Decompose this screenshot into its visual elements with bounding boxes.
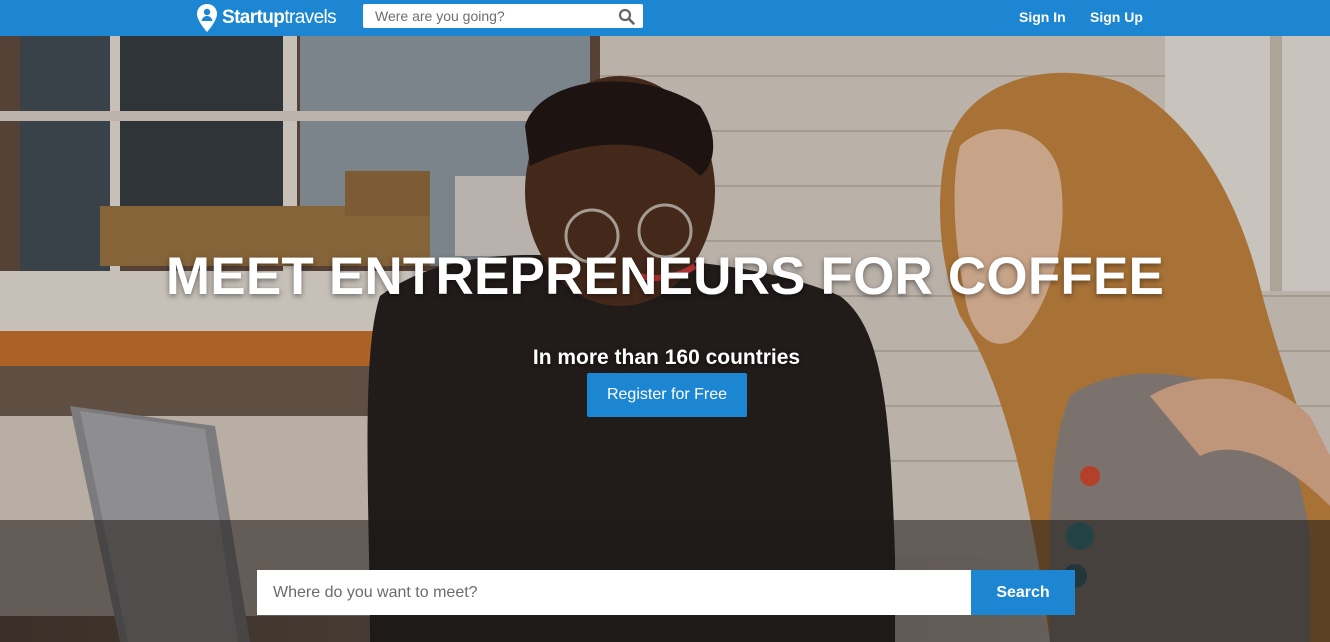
logo-text-startup: Startup bbox=[222, 7, 285, 28]
hero-title: MEET ENTREPRENEURS FOR COFFEE bbox=[165, 247, 1165, 306]
sign-in-link[interactable]: Sign In bbox=[1019, 0, 1066, 36]
hero-subtitle: In more than 160 countries bbox=[532, 346, 801, 369]
search-icon[interactable] bbox=[618, 8, 635, 25]
destination-search-input[interactable] bbox=[363, 4, 643, 28]
site-logo[interactable]: Startuptravels bbox=[196, 3, 337, 33]
logo-text: Startuptravels bbox=[222, 7, 337, 29]
search-button[interactable]: Search bbox=[971, 570, 1075, 615]
logo-text-travels: travels bbox=[284, 7, 337, 28]
top-navbar: Startuptravels Sign In Sign Up bbox=[0, 0, 1330, 36]
meet-location-input[interactable] bbox=[257, 570, 971, 615]
map-pin-person-icon bbox=[197, 4, 217, 32]
sign-up-link[interactable]: Sign Up bbox=[1090, 0, 1143, 36]
register-button[interactable]: Register for Free bbox=[587, 373, 747, 417]
nav-search-box bbox=[363, 4, 643, 28]
